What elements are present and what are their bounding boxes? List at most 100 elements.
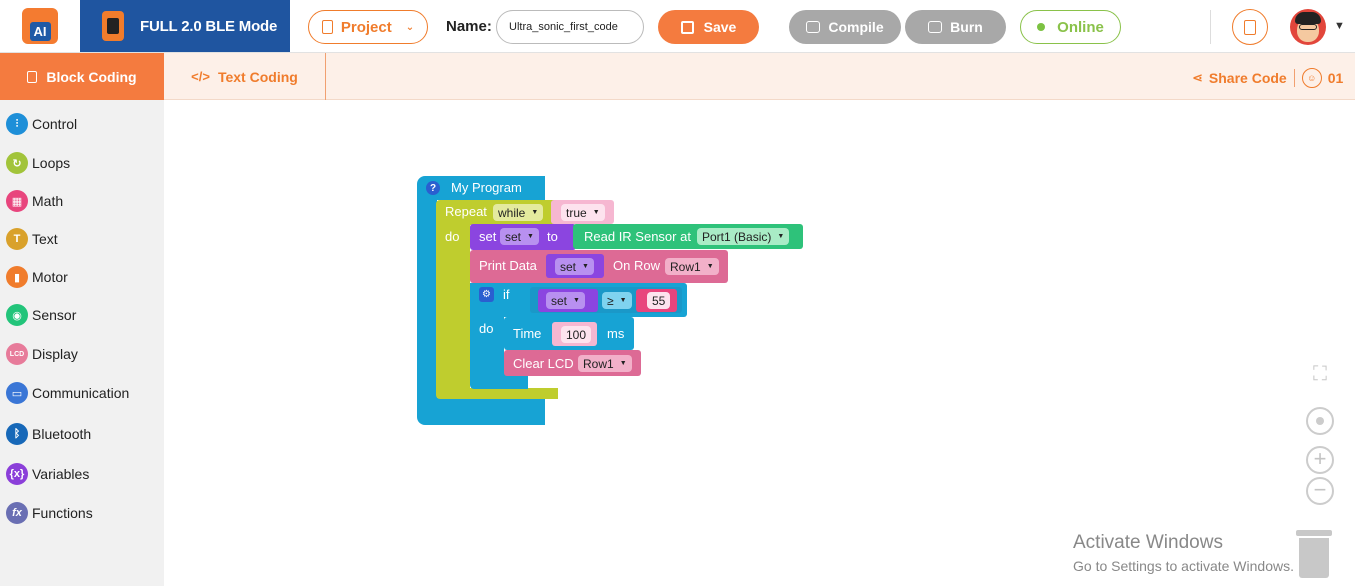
divider [1210, 10, 1211, 44]
help-icon[interactable]: ? [426, 181, 440, 195]
sidebar-item-sensor[interactable]: ◉ Sensor [6, 303, 76, 327]
sidebar-item-display[interactable]: LCD Display [6, 342, 78, 366]
recenter-icon[interactable] [1306, 407, 1334, 435]
caret-down-icon: ▼ [573, 297, 580, 304]
set-variable-dropdown[interactable]: set ▼ [500, 228, 539, 245]
repeat-block-arm [436, 224, 470, 390]
category-sidebar: ⫶ Control ↻ Loops ▦ Math T Text ▮ Motor … [0, 100, 164, 586]
project-dropdown[interactable]: Project ⌄ [308, 10, 428, 44]
code-icon: </> [191, 69, 210, 84]
repeat-mode-dropdown[interactable]: while ▼ [493, 204, 544, 221]
chevron-down-icon: ⌄ [405, 21, 415, 33]
loop-icon: ↻ [6, 152, 28, 174]
sidebar-item-motor[interactable]: ▮ Motor [6, 265, 68, 289]
print-data-label: Print Data [479, 258, 537, 273]
program-block-footer [417, 398, 545, 425]
top-bar: AI FULL 2.0 BLE Mode Project ⌄ Name: Sav… [0, 0, 1355, 53]
print-row-dropdown[interactable]: Row1 ▼ [665, 258, 719, 275]
sidebar-item-loops[interactable]: ↻ Loops [6, 151, 70, 175]
burn-icon [928, 21, 943, 33]
calculator-icon: ▦ [6, 190, 28, 212]
fullscreen-icon[interactable]: ⛶ [1308, 362, 1332, 386]
user-avatar[interactable] [1290, 9, 1326, 45]
sidebar-item-control[interactable]: ⫶ Control [6, 112, 77, 136]
coding-tab-bar: Block Coding </> Text Coding ⋖ Share Cod… [0, 53, 1355, 100]
save-icon [680, 20, 694, 34]
tab-text-coding[interactable]: </> Text Coding [164, 53, 326, 100]
compare-operator-dropdown[interactable]: ≥ ▼ [602, 292, 632, 309]
share-icon[interactable]: ⋖ [1192, 70, 1203, 86]
recenter-dot [1316, 417, 1324, 425]
clear-row-dropdown[interactable]: Row1 ▼ [578, 355, 632, 372]
sidebar-item-variables[interactable]: {x} Variables [6, 462, 89, 486]
gear-icon[interactable]: ⚙ [479, 287, 494, 302]
compare-value-field[interactable]: 55 [647, 292, 671, 309]
text-icon: T [6, 228, 28, 250]
online-button[interactable]: Online [1020, 10, 1121, 44]
print-variable-dropdown[interactable]: set ▼ [555, 258, 594, 275]
account-caret-icon[interactable]: ▼ [1334, 20, 1345, 32]
block-icon [27, 70, 38, 83]
true-value-dropdown[interactable]: true ▼ [561, 204, 605, 221]
chat-icon: ▭ [6, 382, 28, 404]
function-icon: fx [6, 502, 28, 524]
caret-down-icon: ▼ [619, 360, 627, 367]
share-code-area: ⋖ Share Code ☺ 01 [1192, 68, 1343, 88]
block-workspace[interactable] [164, 100, 1355, 586]
zoom-in-icon[interactable]: + [1306, 446, 1334, 474]
sidebar-item-math[interactable]: ▦ Math [6, 189, 63, 213]
zoom-out-icon[interactable]: − [1306, 477, 1334, 505]
compile-button[interactable]: Compile [789, 10, 901, 44]
save-button[interactable]: Save [658, 10, 759, 44]
app-logo[interactable]: AI [22, 8, 58, 44]
variable-icon: {x} [6, 463, 28, 485]
caret-down-icon: ▼ [531, 209, 539, 216]
clear-lcd-label: Clear LCD [513, 356, 574, 371]
compare-variable-dropdown[interactable]: set ▼ [546, 292, 585, 309]
sidebar-item-bluetooth[interactable]: ᛒ Bluetooth [6, 422, 91, 446]
activate-windows-subtitle: Go to Settings to activate Windows. [1073, 558, 1294, 574]
caret-down-icon: ▼ [619, 297, 627, 304]
caret-down-icon: ▼ [592, 209, 600, 216]
device-icon [102, 11, 124, 41]
mode-indicator[interactable]: FULL 2.0 BLE Mode [80, 0, 290, 52]
caret-down-icon: ▼ [706, 263, 714, 270]
lcd-icon: LCD [6, 343, 28, 365]
project-name-input[interactable] [496, 10, 644, 44]
time-label: Time [513, 326, 542, 341]
name-label: Name: [446, 18, 492, 35]
sliders-icon: ⫶ [6, 113, 28, 135]
compile-icon [806, 21, 821, 33]
to-keyword: to [547, 229, 558, 244]
repeat-do-label: do [445, 229, 460, 244]
share-code-button[interactable]: Share Code [1209, 70, 1287, 86]
if-do-label: do [479, 321, 494, 336]
program-title: My Program [451, 180, 522, 195]
burn-button[interactable]: Burn [905, 10, 1006, 44]
port-dropdown[interactable]: Port1 (Basic) ▼ [697, 228, 790, 245]
divider [1293, 69, 1295, 87]
mode-label: FULL 2.0 BLE Mode [140, 17, 278, 35]
collaborators-icon[interactable]: ☺ [1301, 68, 1322, 88]
trash-body [1299, 538, 1329, 578]
activate-windows-title: Activate Windows [1073, 532, 1223, 553]
document-button[interactable] [1232, 9, 1268, 45]
if-keyword: if [503, 287, 510, 302]
sidebar-item-functions[interactable]: fx Functions [6, 501, 93, 525]
sidebar-item-communication[interactable]: ▭ Communication [6, 381, 129, 405]
read-ir-label: Read IR Sensor at [584, 229, 691, 244]
collaborator-count: 01 [1327, 70, 1344, 86]
time-value-field[interactable]: 100 [561, 326, 592, 343]
trash-lid [1296, 530, 1332, 536]
set-keyword: set [479, 229, 497, 244]
trash-icon[interactable] [1296, 530, 1332, 578]
document-icon [1244, 19, 1256, 35]
sidebar-item-text[interactable]: T Text [6, 227, 58, 251]
avatar-hair [1295, 12, 1321, 24]
motor-icon: ▮ [6, 266, 28, 288]
tab-block-coding[interactable]: Block Coding [0, 53, 164, 100]
sensor-icon: ◉ [6, 304, 28, 326]
online-status-icon [1037, 23, 1046, 31]
program-block-arm [417, 198, 437, 402]
file-icon [321, 20, 333, 34]
